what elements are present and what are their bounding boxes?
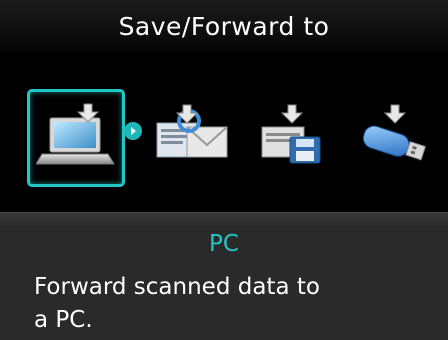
description-line-1: Forward scanned data to bbox=[34, 274, 320, 300]
destination-network-button[interactable] bbox=[144, 89, 240, 185]
destination-selector bbox=[0, 52, 448, 212]
usb-flash-drive-icon bbox=[362, 104, 427, 161]
page-title: Save/Forward to bbox=[118, 11, 330, 41]
pc-laptop-icon bbox=[36, 103, 115, 165]
description-panel: PC Forward scanned data to a PC. bbox=[0, 212, 448, 340]
selected-destination-name: PC bbox=[209, 231, 239, 257]
destination-usb-button[interactable] bbox=[346, 89, 442, 185]
description-line-2: a PC. bbox=[34, 307, 93, 333]
selection-arrow-icon bbox=[124, 122, 142, 140]
network-folder-icon bbox=[156, 104, 228, 158]
memory-card-icon bbox=[261, 104, 321, 164]
destination-pc-button[interactable] bbox=[27, 89, 125, 187]
destination-memory-card-button[interactable] bbox=[245, 89, 341, 185]
title-bar: Save/Forward to bbox=[0, 0, 448, 54]
selected-destination-description: Forward scanned data to a PC. bbox=[34, 271, 434, 337]
scan-destination-screen: Save/Forward to PC Forward scanned data … bbox=[0, 0, 448, 340]
panel-divider bbox=[0, 213, 448, 227]
